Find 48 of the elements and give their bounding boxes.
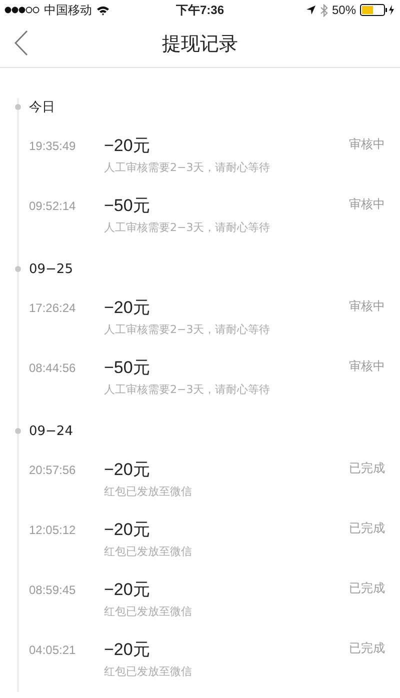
record-note: 红包已发放至微信 [104, 604, 193, 619]
record-amount: −20元 [104, 297, 151, 319]
record-time: 08:59:45 [29, 583, 77, 597]
record-amount: −20元 [104, 459, 151, 481]
record-status: 审核中 [349, 136, 385, 153]
record-status: 审核中 [349, 298, 385, 315]
timeline-dot [15, 104, 21, 110]
record-status: 审核中 [349, 358, 385, 375]
record-time: 17:26:24 [29, 301, 77, 315]
record-note: 人工审核需要2−3天，请耐心等待 [104, 382, 272, 397]
timeline-dot [15, 428, 21, 434]
battery-icon [360, 4, 396, 16]
back-button[interactable] [14, 30, 28, 56]
record-time: 20:57:56 [29, 463, 77, 477]
record-amount: −50元 [104, 357, 151, 379]
record-time: 09:52:14 [29, 199, 77, 213]
record-note: 红包已发放至微信 [104, 484, 193, 499]
record-amount: −20元 [104, 639, 151, 661]
page-title: 提现记录 [162, 32, 238, 56]
signal-icon [4, 6, 40, 14]
date-label: 今日 [29, 99, 55, 116]
record-time: 12:05:12 [29, 523, 77, 537]
record-time: 19:35:49 [29, 139, 77, 153]
record-note: 红包已发放至微信 [104, 544, 193, 559]
record-time: 04:05:21 [29, 643, 77, 657]
record-status: 已完成 [349, 520, 385, 537]
location-icon [306, 5, 316, 15]
record-time: 08:44:56 [29, 361, 77, 375]
bluetooth-icon [320, 4, 328, 16]
record-note: 红包已发放至微信 [104, 664, 193, 679]
record-status: 已完成 [349, 580, 385, 597]
wifi-icon [96, 4, 110, 16]
record-amount: −20元 [104, 519, 151, 541]
record-status: 审核中 [349, 196, 385, 213]
record-note: 人工审核需要2−3天，请耐心等待 [104, 322, 272, 337]
record-status: 已完成 [349, 640, 385, 657]
clock-time: 下午7:36 [176, 2, 224, 18]
battery-percent: 50% [332, 3, 356, 17]
record-amount: −50元 [104, 195, 151, 217]
record-status: 已完成 [349, 460, 385, 477]
date-label: 09−25 [29, 262, 73, 276]
date-label: 09−24 [29, 424, 73, 438]
record-amount: −20元 [104, 579, 151, 601]
carrier-name: 中国移动 [44, 2, 92, 18]
record-amount: −20元 [104, 135, 151, 157]
record-note: 人工审核需要2−3天，请耐心等待 [104, 160, 272, 175]
record-note: 人工审核需要2−3天，请耐心等待 [104, 220, 272, 235]
timeline-dot [15, 266, 21, 272]
